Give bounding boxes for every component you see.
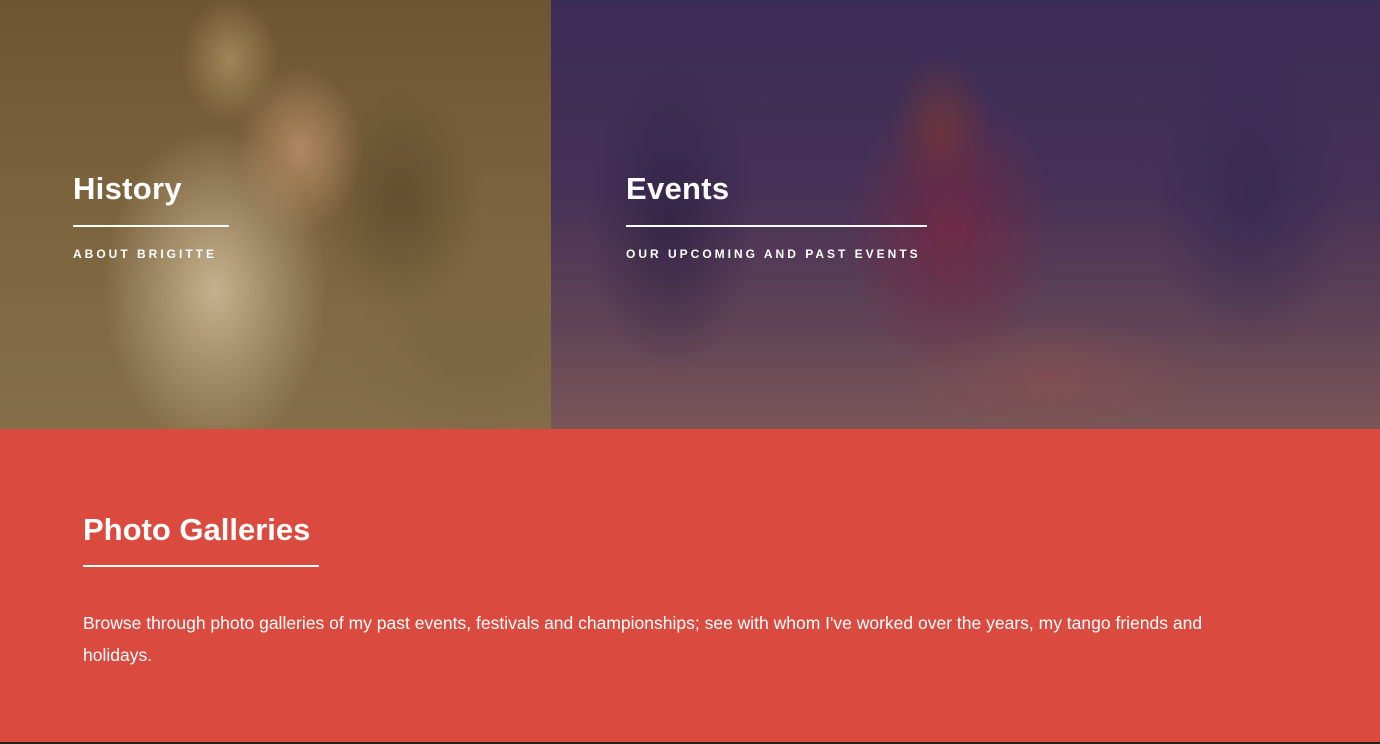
history-title[interactable]: History bbox=[73, 170, 229, 208]
history-divider bbox=[73, 225, 229, 227]
events-subtitle: OUR UPCOMING AND PAST EVENTS bbox=[626, 247, 921, 261]
history-subtitle: ABOUT BRIGITTE bbox=[73, 247, 217, 261]
page: History ABOUT BRIGITTE Events OUR UPCOMI… bbox=[0, 0, 1380, 744]
events-title[interactable]: Events bbox=[626, 170, 927, 208]
photo-galleries-section[interactable]: Photo Galleries Browse through photo gal… bbox=[0, 429, 1380, 742]
photo-galleries-divider bbox=[83, 565, 319, 567]
photo-galleries-content: Photo Galleries Browse through photo gal… bbox=[83, 511, 1263, 671]
history-tile[interactable]: History ABOUT BRIGITTE bbox=[0, 0, 551, 429]
events-tile[interactable]: Events OUR UPCOMING AND PAST EVENTS bbox=[551, 0, 1380, 429]
photo-galleries-description: Browse through photo galleries of my pas… bbox=[83, 613, 1203, 665]
events-tile-content: Events OUR UPCOMING AND PAST EVENTS bbox=[626, 170, 927, 261]
feature-tiles: History ABOUT BRIGITTE Events OUR UPCOMI… bbox=[0, 0, 1380, 429]
photo-galleries-title[interactable]: Photo Galleries bbox=[83, 511, 1263, 549]
history-tile-content: History ABOUT BRIGITTE bbox=[73, 170, 229, 261]
events-divider bbox=[626, 225, 927, 227]
